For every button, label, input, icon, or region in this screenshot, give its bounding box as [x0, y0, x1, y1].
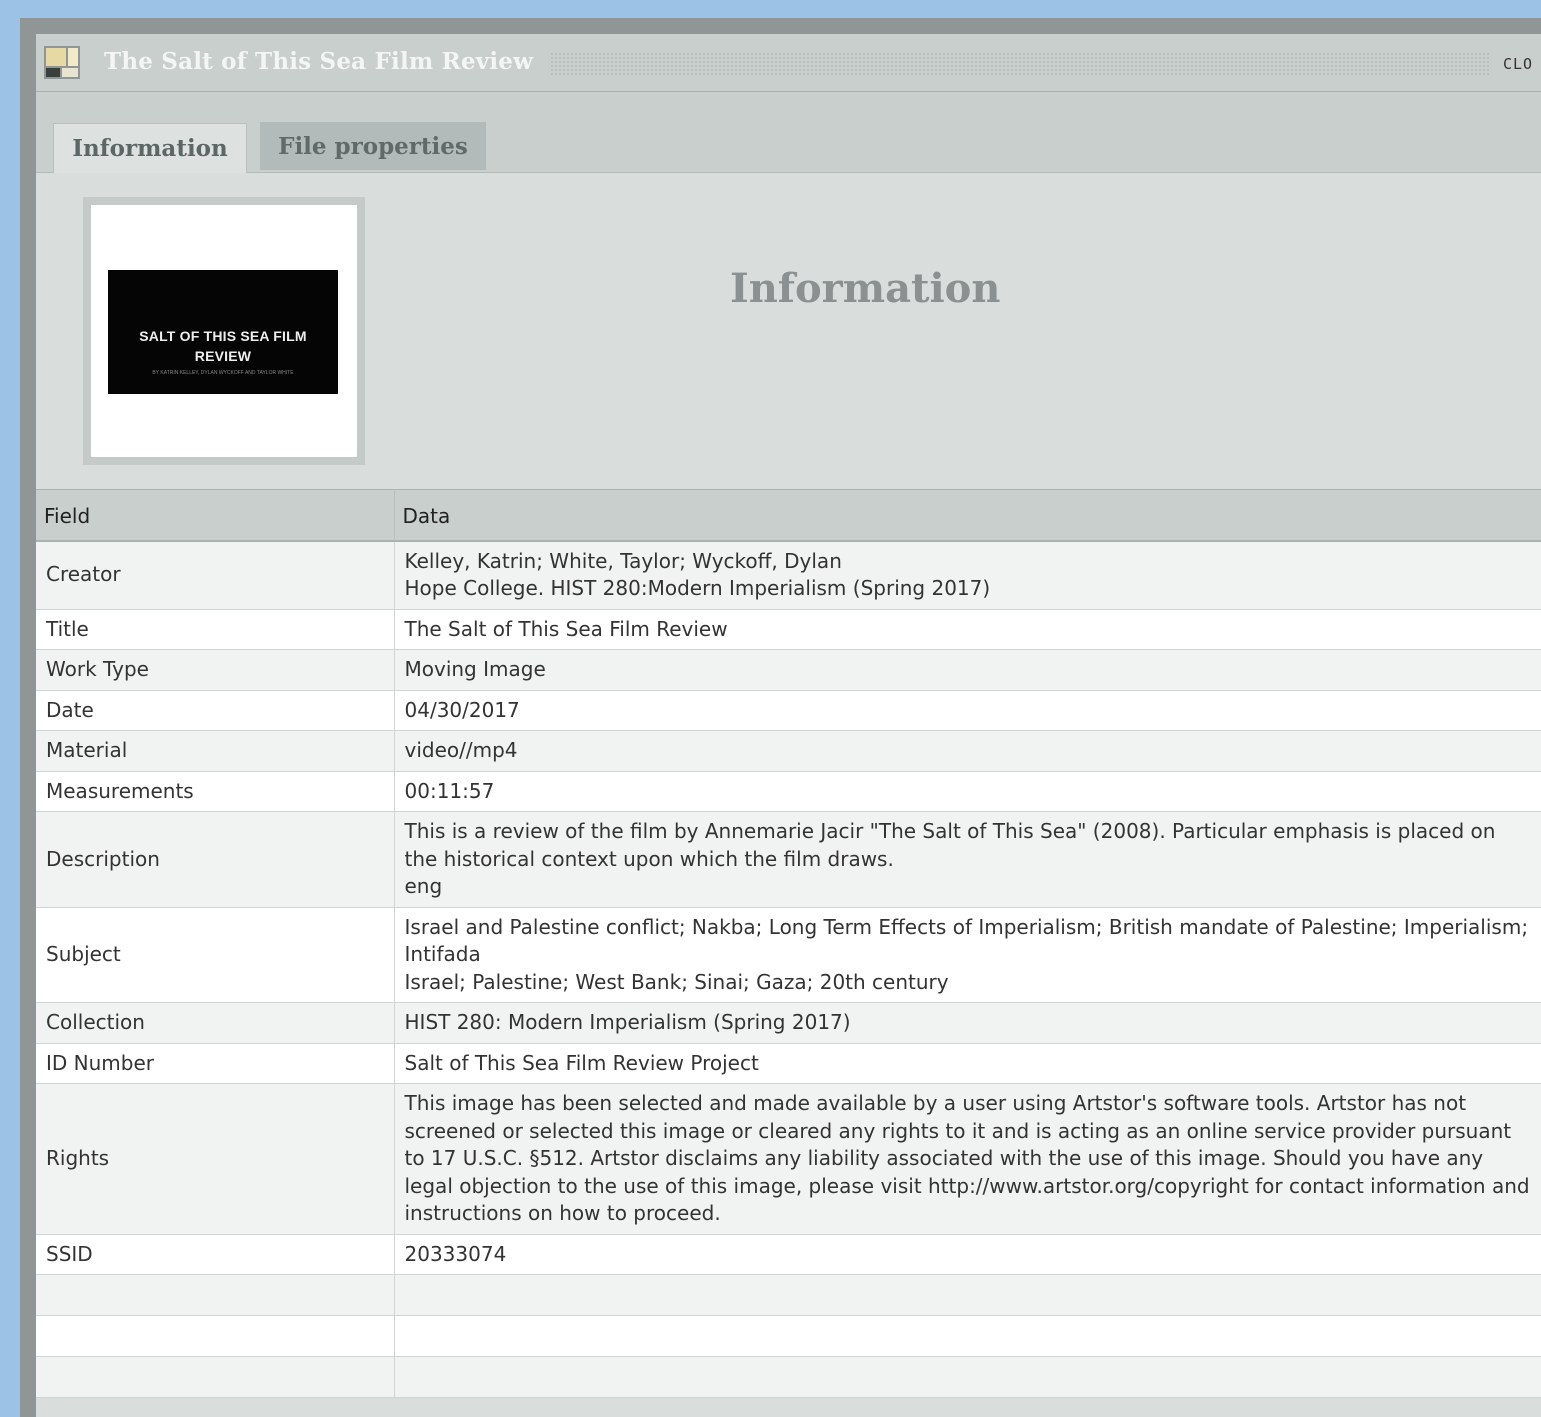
data-cell	[394, 1315, 1541, 1357]
tab-information[interactable]: Information	[53, 123, 247, 173]
window-title: The Salt of This Sea Film Review	[104, 48, 534, 75]
field-cell: Collection	[36, 1002, 395, 1044]
data-cell: Israel and Palestine conflict; Nakba; Lo…	[394, 907, 1541, 1003]
field-cell: Rights	[36, 1083, 395, 1235]
video-thumbnail: SALT OF THIS SEA FILM REVIEW BY KATRIN K…	[108, 270, 338, 394]
field-cell: ID Number	[36, 1043, 395, 1084]
data-cell: 00:11:57	[394, 771, 1541, 812]
table-row: Description This is a review of the film…	[36, 811, 1541, 908]
data-cell: Kelley, Katrin; White, Taylor; Wyckoff, …	[394, 540, 1541, 610]
field-cell: Work Type	[36, 649, 395, 691]
data-cell: video//mp4	[394, 730, 1541, 772]
thumbnail-title-line2: REVIEW	[194, 348, 252, 364]
data-cell: This image has been selected and made av…	[394, 1083, 1541, 1235]
field-cell: Material	[36, 730, 395, 772]
table-row: Rights This image has been selected and …	[36, 1083, 1541, 1235]
table-row: Material video//mp4	[36, 730, 1541, 772]
table-row: Work Type Moving Image	[36, 649, 1541, 691]
field-cell: Creator	[36, 540, 395, 610]
table-row: Title The Salt of This Sea Film Review	[36, 609, 1541, 650]
image-info-window: The Salt of This Sea Film Review CLO Inf…	[20, 18, 1541, 1417]
title-bar-grip[interactable]	[550, 52, 1490, 76]
table-row	[36, 1315, 1541, 1357]
table-row: SSID 20333074	[36, 1234, 1541, 1275]
thumbnail: SALT OF THIS SEA FILM REVIEW BY KATRIN K…	[91, 205, 357, 457]
tab-bar: Information File properties	[36, 92, 1541, 173]
data-cell: HIST 280: Modern Imperialism (Spring 201…	[394, 1002, 1541, 1044]
table-row	[36, 1274, 1541, 1316]
field-cell	[36, 1315, 395, 1357]
column-header-data: Data	[394, 489, 1541, 542]
close-button[interactable]: CLO	[1503, 55, 1533, 73]
table-row: Date 04/30/2017	[36, 690, 1541, 731]
field-cell	[36, 1274, 395, 1316]
info-header: SALT OF THIS SEA FILM REVIEW BY KATRIN K…	[36, 173, 1541, 489]
field-cell	[36, 1356, 395, 1398]
table-row	[36, 1356, 1541, 1398]
field-cell: Measurements	[36, 771, 395, 812]
info-heading: Information	[730, 265, 1001, 312]
app-grid-icon	[44, 46, 80, 79]
thumbnail-frame[interactable]: SALT OF THIS SEA FILM REVIEW BY KATRIN K…	[83, 197, 365, 465]
window-frame: The Salt of This Sea Film Review CLO Inf…	[36, 34, 1541, 1417]
table-row: Creator Kelley, Katrin; White, Taylor; W…	[36, 540, 1541, 610]
data-cell: This is a review of the film by Annemari…	[394, 811, 1541, 908]
field-cell: Title	[36, 609, 395, 650]
field-cell: Date	[36, 690, 395, 731]
column-header-field: Field	[36, 489, 395, 542]
metadata-table: Field Data Creator Kelley, Katrin; White…	[36, 489, 1541, 1398]
field-cell: SSID	[36, 1234, 395, 1275]
data-cell: 04/30/2017	[394, 690, 1541, 731]
field-cell: Subject	[36, 907, 395, 1003]
field-cell: Description	[36, 811, 395, 908]
thumbnail-subtitle: BY KATRIN KELLEY, DYLAN WYCKOFF AND TAYL…	[152, 370, 294, 376]
table-row: ID Number Salt of This Sea Film Review P…	[36, 1043, 1541, 1084]
thumbnail-title-line1: SALT OF THIS SEA FILM	[139, 328, 307, 344]
data-cell	[394, 1356, 1541, 1398]
data-cell: Moving Image	[394, 649, 1541, 691]
title-bar[interactable]: The Salt of This Sea Film Review CLO	[36, 34, 1541, 92]
table-row: Measurements 00:11:57	[36, 771, 1541, 812]
data-cell: Salt of This Sea Film Review Project	[394, 1043, 1541, 1084]
table-row: Subject Israel and Palestine conflict; N…	[36, 907, 1541, 1003]
data-cell: The Salt of This Sea Film Review	[394, 609, 1541, 650]
data-cell	[394, 1274, 1541, 1316]
table-row: Collection HIST 280: Modern Imperialism …	[36, 1002, 1541, 1044]
table-header-row: Field Data	[36, 489, 1541, 542]
tab-file-properties[interactable]: File properties	[260, 122, 486, 170]
data-cell: 20333074	[394, 1234, 1541, 1275]
